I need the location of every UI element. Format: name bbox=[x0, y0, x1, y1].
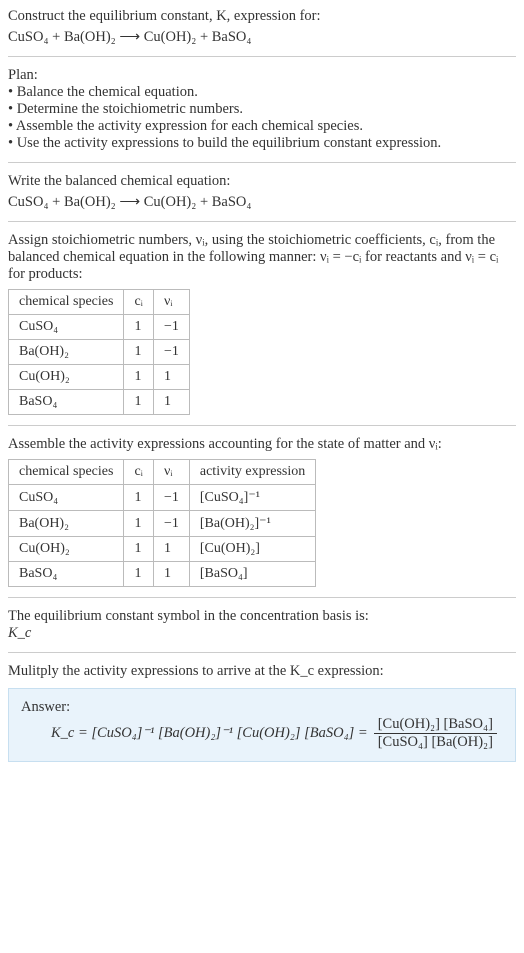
multiply-text: Mulitply the activity expressions to arr… bbox=[8, 663, 516, 680]
table-row: Cu(OH)₂11 bbox=[9, 365, 190, 390]
table-row: Ba(OH)₂1−1 bbox=[9, 340, 190, 365]
table-row: CuSO₄1−1[CuSO₄]⁻¹ bbox=[9, 485, 316, 511]
kc-symbol: K_c bbox=[8, 625, 516, 642]
divider bbox=[8, 425, 516, 426]
divider bbox=[8, 56, 516, 57]
prompt-section: Construct the equilibrium constant, K, e… bbox=[8, 8, 516, 46]
table-header-row: chemical species cᵢ νᵢ activity expressi… bbox=[9, 460, 316, 485]
balance-section: Write the balanced chemical equation: Cu… bbox=[8, 173, 516, 211]
answer-fraction: [Cu(OH)₂] [BaSO₄] [CuSO₄] [Ba(OH)₂] bbox=[374, 716, 497, 751]
cell: BaSO₄ bbox=[9, 562, 124, 587]
table-header: cᵢ bbox=[124, 290, 154, 315]
cell: 1 bbox=[124, 365, 154, 390]
cell: 1 bbox=[153, 537, 189, 562]
table-header: chemical species bbox=[9, 290, 124, 315]
activity-text: Assemble the activity expressions accoun… bbox=[8, 436, 516, 453]
cell: [Ba(OH)₂]⁻¹ bbox=[189, 511, 315, 537]
kc-symbol-text: The equilibrium constant symbol in the c… bbox=[8, 608, 516, 625]
answer-expression: K_c = [CuSO₄]⁻¹ [Ba(OH)₂]⁻¹ [Cu(OH)₂] [B… bbox=[51, 716, 503, 751]
table-header: activity expression bbox=[189, 460, 315, 485]
cell: −1 bbox=[153, 315, 189, 340]
cell: −1 bbox=[153, 511, 189, 537]
cell: 1 bbox=[153, 390, 189, 415]
table-header: νᵢ bbox=[153, 460, 189, 485]
plan-item: • Determine the stoichiometric numbers. bbox=[8, 101, 516, 118]
divider bbox=[8, 597, 516, 598]
divider bbox=[8, 162, 516, 163]
plan-item: • Balance the chemical equation. bbox=[8, 84, 516, 101]
cell: 1 bbox=[124, 485, 154, 511]
cell: −1 bbox=[153, 485, 189, 511]
main-equation: CuSO₄ + Ba(OH)₂ ⟶ Cu(OH)₂ + BaSO₄ bbox=[8, 29, 516, 46]
cell: 1 bbox=[124, 340, 154, 365]
table-row: BaSO₄11 bbox=[9, 390, 190, 415]
balanced-equation: CuSO₄ + Ba(OH)₂ ⟶ Cu(OH)₂ + BaSO₄ bbox=[8, 194, 516, 211]
cell: 1 bbox=[124, 562, 154, 587]
cell: 1 bbox=[124, 315, 154, 340]
cell: BaSO₄ bbox=[9, 390, 124, 415]
divider bbox=[8, 652, 516, 653]
cell: 1 bbox=[124, 537, 154, 562]
fraction-denominator: [CuSO₄] [Ba(OH)₂] bbox=[374, 734, 497, 751]
table-row: Ba(OH)₂1−1[Ba(OH)₂]⁻¹ bbox=[9, 511, 316, 537]
table-header: cᵢ bbox=[124, 460, 154, 485]
table-header-row: chemical species cᵢ νᵢ bbox=[9, 290, 190, 315]
fraction-numerator: [Cu(OH)₂] [BaSO₄] bbox=[374, 716, 497, 734]
answer-left: K_c = [CuSO₄]⁻¹ [Ba(OH)₂]⁻¹ [Cu(OH)₂] [B… bbox=[51, 725, 368, 742]
cell: Cu(OH)₂ bbox=[9, 365, 124, 390]
activity-section: Assemble the activity expressions accoun… bbox=[8, 436, 516, 587]
multiply-section: Mulitply the activity expressions to arr… bbox=[8, 663, 516, 680]
divider bbox=[8, 221, 516, 222]
cell: 1 bbox=[153, 562, 189, 587]
answer-label: Answer: bbox=[21, 699, 503, 716]
cell: CuSO₄ bbox=[9, 315, 124, 340]
answer-box: Answer: K_c = [CuSO₄]⁻¹ [Ba(OH)₂]⁻¹ [Cu(… bbox=[8, 688, 516, 762]
table-row: CuSO₄1−1 bbox=[9, 315, 190, 340]
prompt-line1: Construct the equilibrium constant, K, e… bbox=[8, 8, 321, 24]
table-header: νᵢ bbox=[153, 290, 189, 315]
table-row: Cu(OH)₂11[Cu(OH)₂] bbox=[9, 537, 316, 562]
cell: [Cu(OH)₂] bbox=[189, 537, 315, 562]
cell: 1 bbox=[153, 365, 189, 390]
kc-symbol-section: The equilibrium constant symbol in the c… bbox=[8, 608, 516, 642]
cell: CuSO₄ bbox=[9, 485, 124, 511]
cell: Ba(OH)₂ bbox=[9, 340, 124, 365]
cell: 1 bbox=[124, 390, 154, 415]
plan-item: • Use the activity expressions to build … bbox=[8, 135, 516, 152]
cell: −1 bbox=[153, 340, 189, 365]
cell: Cu(OH)₂ bbox=[9, 537, 124, 562]
cell: Ba(OH)₂ bbox=[9, 511, 124, 537]
plan-heading: Plan: bbox=[8, 67, 516, 84]
cell: [BaSO₄] bbox=[189, 562, 315, 587]
table-row: BaSO₄11[BaSO₄] bbox=[9, 562, 316, 587]
stoich-section: Assign stoichiometric numbers, νᵢ, using… bbox=[8, 232, 516, 415]
stoich-text: Assign stoichiometric numbers, νᵢ, using… bbox=[8, 232, 516, 283]
stoich-table: chemical species cᵢ νᵢ CuSO₄1−1 Ba(OH)₂1… bbox=[8, 289, 190, 415]
plan-section: Plan: • Balance the chemical equation. •… bbox=[8, 67, 516, 152]
activity-table: chemical species cᵢ νᵢ activity expressi… bbox=[8, 459, 316, 587]
cell: 1 bbox=[124, 511, 154, 537]
balance-text: Write the balanced chemical equation: bbox=[8, 173, 516, 190]
plan-item: • Assemble the activity expression for e… bbox=[8, 118, 516, 135]
cell: [CuSO₄]⁻¹ bbox=[189, 485, 315, 511]
table-header: chemical species bbox=[9, 460, 124, 485]
